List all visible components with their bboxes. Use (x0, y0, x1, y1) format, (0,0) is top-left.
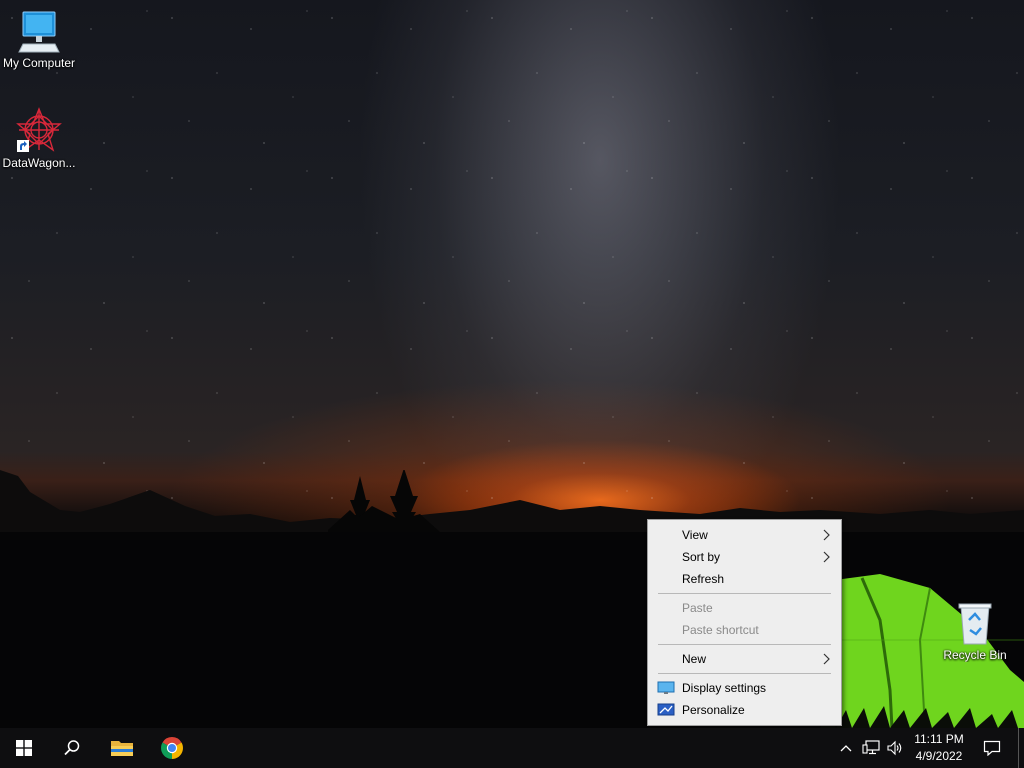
chevron-right-icon (823, 653, 830, 665)
menu-item-paste[interactable]: Paste (648, 597, 841, 619)
taskbar: 11:11 PM 4/9/2022 (0, 728, 1024, 768)
desktop-icon-my-computer[interactable]: My Computer (0, 8, 78, 70)
personalize-icon (657, 703, 675, 716)
menu-item-display-settings[interactable]: Display settings (648, 677, 841, 699)
desktop-icon-recycle-bin[interactable]: Recycle Bin (936, 600, 1014, 662)
menu-separator (658, 673, 831, 674)
chevron-right-icon (823, 551, 830, 563)
action-center-button[interactable] (978, 728, 1006, 768)
menu-item-sort-by[interactable]: Sort by (648, 546, 841, 568)
menu-item-label: Sort by (682, 550, 721, 564)
folder-icon (111, 741, 133, 756)
network-icon (862, 740, 880, 755)
search-icon (64, 740, 80, 756)
volume-icon (887, 740, 902, 756)
menu-item-label: Personalize (682, 703, 745, 717)
menu-item-label: New (682, 652, 707, 666)
desktop-context-menu: View Sort by Refresh Paste Paste shortcu… (647, 519, 842, 726)
display-icon (657, 681, 675, 694)
desktop-icon-label: Recycle Bin (943, 648, 1007, 662)
datawagon-shortcut-icon (16, 107, 62, 152)
menu-item-personalize[interactable]: Personalize (648, 699, 841, 721)
menu-item-label: Refresh (682, 572, 725, 586)
chevron-right-icon (823, 529, 830, 541)
desktop-wallpaper[interactable] (0, 0, 1024, 728)
chevron-up-icon (840, 745, 852, 752)
menu-item-label: Paste shortcut (682, 623, 759, 637)
desktop-icon-datawagon[interactable]: DataWagon... (0, 106, 78, 170)
menu-item-refresh[interactable]: Refresh (648, 568, 841, 590)
menu-item-paste-shortcut[interactable]: Paste shortcut (648, 619, 841, 641)
taskbar-clock[interactable]: 11:11 PM 4/9/2022 (908, 731, 970, 765)
clock-date: 4/9/2022 (915, 749, 963, 763)
chrome-icon (161, 737, 183, 759)
windows-logo-icon (16, 740, 32, 756)
menu-item-label: View (682, 528, 708, 542)
network-button[interactable] (860, 728, 882, 768)
volume-button[interactable] (884, 728, 906, 768)
menu-separator (658, 644, 831, 645)
clock-time: 11:11 PM (914, 732, 964, 746)
starfield (0, 0, 1024, 500)
computer-icon (18, 11, 60, 53)
start-button[interactable] (0, 728, 48, 768)
notifications-icon (983, 740, 1001, 756)
show-hidden-icons-button[interactable] (836, 728, 856, 768)
desktop-icon-label: My Computer (2, 56, 76, 70)
menu-item-label: Display settings (682, 681, 767, 695)
chrome-button[interactable] (148, 728, 196, 768)
mountain-silhouette (0, 470, 1024, 728)
recycle-bin-icon (958, 603, 992, 645)
menu-item-label: Paste (682, 601, 713, 615)
show-desktop-button[interactable] (1018, 728, 1024, 768)
search-button[interactable] (48, 728, 96, 768)
file-explorer-button[interactable] (98, 728, 146, 768)
menu-separator (658, 593, 831, 594)
desktop-icon-label: DataWagon... (2, 156, 76, 170)
menu-item-new[interactable]: New (648, 648, 841, 670)
menu-item-view[interactable]: View (648, 524, 841, 546)
